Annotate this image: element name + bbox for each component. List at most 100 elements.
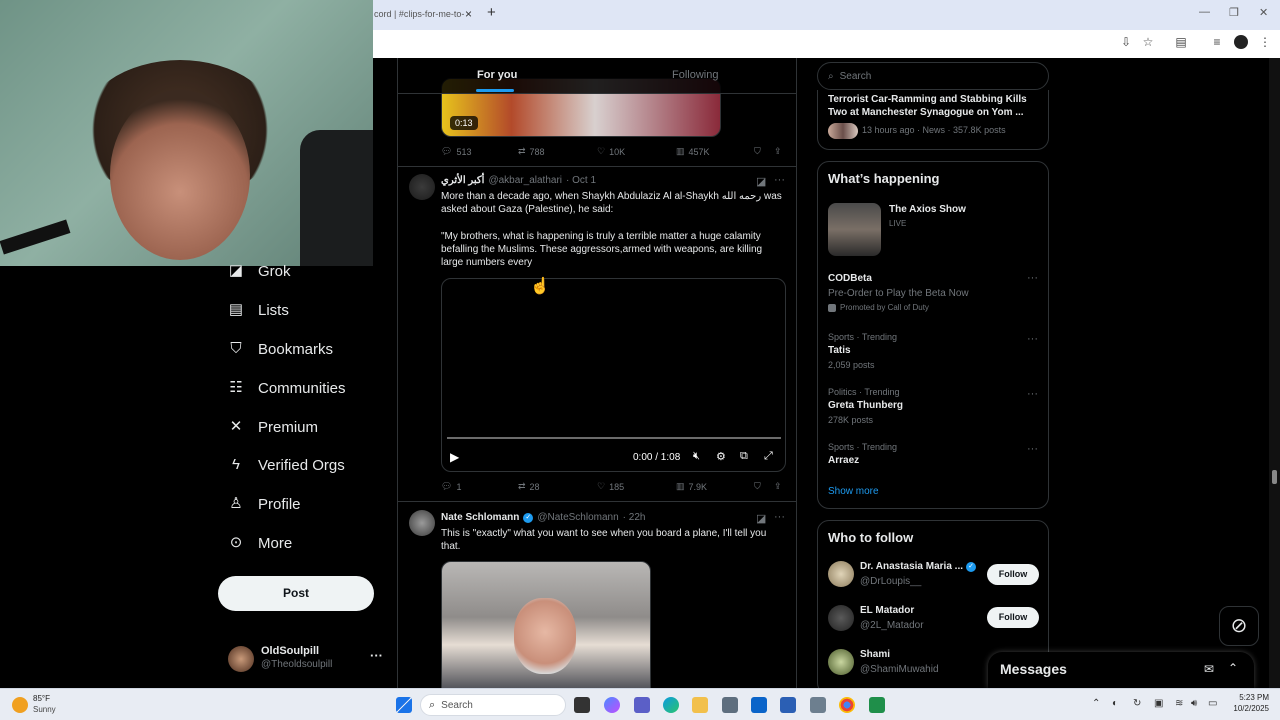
tab-for-you[interactable]: For you xyxy=(477,69,517,81)
share-button[interactable]: ⇪ xyxy=(774,146,782,157)
views-button[interactable]: ▥ 7.9K xyxy=(676,481,707,492)
live-thumbnail[interactable] xyxy=(828,203,881,256)
calculator-icon[interactable] xyxy=(722,697,738,713)
avatar[interactable] xyxy=(828,649,854,675)
sidebar-icon[interactable]: ▤ xyxy=(1174,35,1188,49)
avatar[interactable] xyxy=(409,510,435,536)
tab-following[interactable]: Following xyxy=(672,69,718,81)
trend-name[interactable]: Greta Thunberg xyxy=(828,400,903,411)
trend-name[interactable]: Arraez xyxy=(828,455,859,466)
reply-button[interactable]: 💬︎ 1 xyxy=(441,481,461,492)
show-more-link[interactable]: Show more xyxy=(828,486,879,497)
new-message-icon[interactable]: ✉ xyxy=(1204,662,1214,676)
tweet-more-icon[interactable]: ··· xyxy=(774,174,785,186)
nav-item-lists[interactable]: ▤ Lists xyxy=(228,296,289,324)
tray-chevron-icon[interactable]: ⌃ xyxy=(1092,698,1100,709)
nav-item-profile[interactable]: ♙ Profile xyxy=(228,490,300,518)
tweet-author-handle[interactable]: @NateSchlomann xyxy=(537,512,618,523)
tweet-author-name[interactable]: أكبر الأثري xyxy=(441,175,484,186)
news-card[interactable]: Terrorist Car-Ramming and Stabbing Kills… xyxy=(817,90,1049,150)
profile-avatar[interactable] xyxy=(1234,35,1248,49)
post-button[interactable]: Post xyxy=(218,576,374,611)
tweet-image[interactable] xyxy=(441,561,651,688)
tweet-video-player[interactable]: ▶ 0:00 / 1:08 🔇︎ ⚙ ⧉ ⤢ xyxy=(441,278,786,472)
weather-icon[interactable] xyxy=(12,697,28,713)
trend-name[interactable]: Tatis xyxy=(828,345,851,356)
avatar[interactable] xyxy=(409,174,435,200)
like-button[interactable]: ♡ 185 xyxy=(597,481,624,492)
share-button[interactable]: ⇪ xyxy=(774,481,782,492)
volume-icon[interactable]: 🔊︎ xyxy=(1191,698,1197,709)
browser-tab[interactable]: cord | #clips-for-me-to- xyxy=(374,4,464,24)
tray-app-icon[interactable]: ◐ xyxy=(1112,698,1118,709)
grok-explain-icon[interactable]: ◪ xyxy=(756,175,766,188)
video-progress-bar[interactable] xyxy=(447,437,781,439)
account-more-icon[interactable]: ··· xyxy=(370,648,383,663)
promo-name[interactable]: CODBeta xyxy=(828,273,872,284)
task-view-icon[interactable] xyxy=(574,697,590,713)
wifi-icon[interactable]: ≋ xyxy=(1175,698,1183,709)
tray-app-icon[interactable]: ▣ xyxy=(1154,698,1163,709)
play-icon[interactable]: ▶ xyxy=(450,450,459,464)
repost-button[interactable]: ⇄ 28 xyxy=(518,481,540,492)
nav-item-communities[interactable]: ☷ Communities xyxy=(228,374,345,402)
media-icon[interactable]: ≡ xyxy=(1210,35,1224,49)
snipping-tool-icon[interactable] xyxy=(810,697,826,713)
install-app-icon[interactable]: ⇩ xyxy=(1119,35,1133,49)
tweet-more-icon[interactable]: ··· xyxy=(774,511,785,523)
live-title[interactable]: The Axios Show xyxy=(889,204,966,215)
views-button[interactable]: ▥ 457K xyxy=(676,146,710,157)
grok-fab-icon[interactable]: ⊘ xyxy=(1219,606,1259,646)
nav-item-grok[interactable]: ◪ Grok xyxy=(228,257,291,285)
minimize-icon[interactable]: — xyxy=(1199,6,1210,18)
tweet-time[interactable]: · Oct 1 xyxy=(566,175,596,186)
trend-more-icon[interactable]: ··· xyxy=(1027,388,1038,400)
tweet-time[interactable]: · 22h xyxy=(623,512,646,523)
bookmark-button[interactable]: ⛉ xyxy=(754,481,761,492)
copilot-icon[interactable] xyxy=(604,697,620,713)
expand-icon[interactable]: ⌃ xyxy=(1228,661,1238,675)
windows-start-icon[interactable] xyxy=(396,697,412,713)
repost-button[interactable]: ⇄ 788 xyxy=(518,146,545,157)
trend-more-icon[interactable]: ··· xyxy=(1027,333,1038,345)
mute-icon[interactable]: 🔇︎ xyxy=(693,450,700,463)
clock-date[interactable]: 10/2/2025 xyxy=(1225,704,1269,713)
file-explorer-icon[interactable] xyxy=(692,697,708,713)
weather-temp[interactable]: 85°F xyxy=(33,694,50,703)
scrollbar-thumb[interactable] xyxy=(1272,470,1277,484)
trend-more-icon[interactable]: ··· xyxy=(1027,272,1038,284)
app-icon[interactable] xyxy=(869,697,885,713)
nav-item-verified-orgs[interactable]: ϟ Verified Orgs xyxy=(228,451,345,479)
avatar[interactable] xyxy=(828,605,854,631)
reply-button[interactable]: 💬︎ 513 xyxy=(441,146,471,157)
edge-icon[interactable] xyxy=(663,697,679,713)
chrome-icon[interactable] xyxy=(839,697,855,713)
avatar[interactable] xyxy=(828,561,854,587)
tab-close-icon[interactable]: × xyxy=(465,4,472,24)
follow-button[interactable]: Follow xyxy=(987,564,1039,585)
account-switcher[interactable]: OldSoulpill @Theoldsoulpill ··· xyxy=(228,644,388,674)
taskbar-search[interactable]: ⌕ Search xyxy=(420,694,566,716)
follow-suggestion-name[interactable]: EL Matador xyxy=(860,605,914,616)
like-button[interactable]: ♡ 10K xyxy=(597,146,625,157)
battery-icon[interactable]: ▭ xyxy=(1208,698,1217,709)
follow-suggestion-name[interactable]: Shami xyxy=(860,649,890,660)
trend-more-icon[interactable]: ··· xyxy=(1027,443,1038,455)
scrollbar[interactable] xyxy=(1269,58,1280,688)
star-icon[interactable]: ☆ xyxy=(1141,35,1155,49)
nav-item-more[interactable]: ⊙ More xyxy=(228,529,292,557)
follow-suggestion-name[interactable]: Dr. Anastasia Maria ... xyxy=(860,561,963,572)
settings-icon[interactable]: ⚙ xyxy=(716,450,726,463)
grok-explain-icon[interactable]: ◪ xyxy=(756,512,766,525)
tweet-author-handle[interactable]: @akbar_alathari xyxy=(488,175,562,186)
menu-dots-icon[interactable]: ⋮ xyxy=(1258,35,1272,49)
follow-button[interactable]: Follow xyxy=(987,607,1039,628)
tray-sync-icon[interactable]: ↻ xyxy=(1133,698,1141,709)
teams-icon[interactable] xyxy=(634,697,650,713)
tweet-author-name[interactable]: Nate Schlomann xyxy=(441,512,519,523)
word-icon[interactable] xyxy=(780,697,796,713)
clock-time[interactable]: 5:23 PM xyxy=(1229,693,1269,702)
messages-drawer[interactable]: Messages ✉ ⌃ xyxy=(988,652,1254,688)
nav-item-bookmarks[interactable]: ⛉ Bookmarks xyxy=(228,335,333,363)
window-close-icon[interactable]: ✕ xyxy=(1259,6,1268,19)
